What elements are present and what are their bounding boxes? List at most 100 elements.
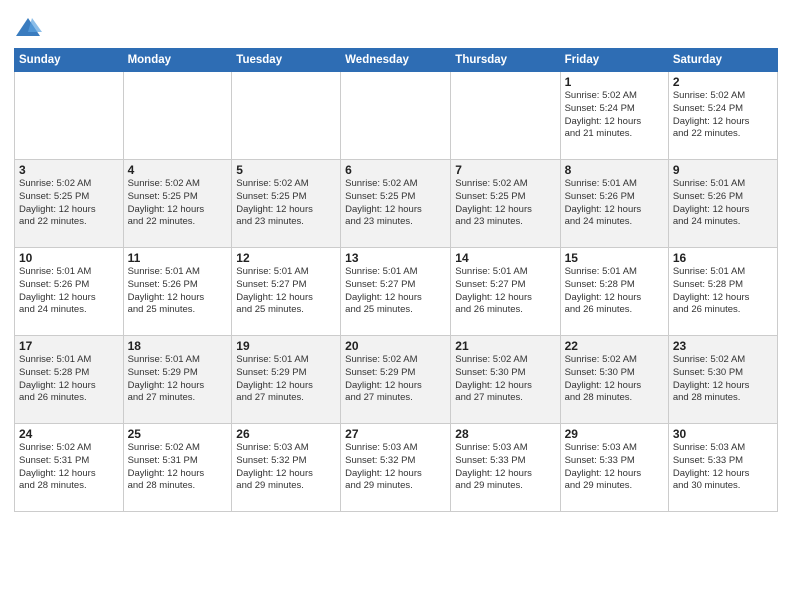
day-cell: 3Sunrise: 5:02 AM Sunset: 5:25 PM Daylig… [15, 160, 124, 248]
calendar-header: SundayMondayTuesdayWednesdayThursdayFrid… [15, 49, 778, 72]
day-info: Sunrise: 5:03 AM Sunset: 5:33 PM Dayligh… [565, 442, 664, 493]
day-info: Sunrise: 5:02 AM Sunset: 5:31 PM Dayligh… [128, 442, 228, 493]
day-cell: 16Sunrise: 5:01 AM Sunset: 5:28 PM Dayli… [668, 248, 777, 336]
day-info: Sunrise: 5:02 AM Sunset: 5:24 PM Dayligh… [565, 90, 664, 141]
day-info: Sunrise: 5:02 AM Sunset: 5:30 PM Dayligh… [565, 354, 664, 405]
day-cell: 22Sunrise: 5:02 AM Sunset: 5:30 PM Dayli… [560, 336, 668, 424]
day-info: Sunrise: 5:01 AM Sunset: 5:27 PM Dayligh… [345, 266, 446, 317]
day-info: Sunrise: 5:02 AM Sunset: 5:25 PM Dayligh… [345, 178, 446, 229]
day-cell: 13Sunrise: 5:01 AM Sunset: 5:27 PM Dayli… [341, 248, 451, 336]
day-number: 8 [565, 163, 664, 177]
day-number: 9 [673, 163, 773, 177]
days-of-week-row: SundayMondayTuesdayWednesdayThursdayFrid… [15, 49, 778, 72]
day-of-week-sunday: Sunday [15, 49, 124, 72]
week-row-5: 24Sunrise: 5:02 AM Sunset: 5:31 PM Dayli… [15, 424, 778, 512]
day-cell: 28Sunrise: 5:03 AM Sunset: 5:33 PM Dayli… [451, 424, 560, 512]
day-info: Sunrise: 5:02 AM Sunset: 5:29 PM Dayligh… [345, 354, 446, 405]
day-info: Sunrise: 5:02 AM Sunset: 5:25 PM Dayligh… [455, 178, 555, 229]
day-number: 13 [345, 251, 446, 265]
day-number: 10 [19, 251, 119, 265]
day-cell: 6Sunrise: 5:02 AM Sunset: 5:25 PM Daylig… [341, 160, 451, 248]
day-cell [451, 72, 560, 160]
day-number: 23 [673, 339, 773, 353]
day-number: 5 [236, 163, 336, 177]
day-info: Sunrise: 5:02 AM Sunset: 5:30 PM Dayligh… [673, 354, 773, 405]
day-cell: 12Sunrise: 5:01 AM Sunset: 5:27 PM Dayli… [232, 248, 341, 336]
day-info: Sunrise: 5:01 AM Sunset: 5:26 PM Dayligh… [128, 266, 228, 317]
day-info: Sunrise: 5:03 AM Sunset: 5:33 PM Dayligh… [673, 442, 773, 493]
day-number: 17 [19, 339, 119, 353]
header [14, 10, 778, 42]
logo-icon [14, 14, 42, 42]
day-of-week-saturday: Saturday [668, 49, 777, 72]
day-number: 30 [673, 427, 773, 441]
day-of-week-friday: Friday [560, 49, 668, 72]
day-cell [123, 72, 232, 160]
day-number: 3 [19, 163, 119, 177]
day-of-week-thursday: Thursday [451, 49, 560, 72]
day-info: Sunrise: 5:03 AM Sunset: 5:32 PM Dayligh… [236, 442, 336, 493]
day-info: Sunrise: 5:03 AM Sunset: 5:32 PM Dayligh… [345, 442, 446, 493]
day-info: Sunrise: 5:02 AM Sunset: 5:31 PM Dayligh… [19, 442, 119, 493]
day-number: 7 [455, 163, 555, 177]
day-number: 26 [236, 427, 336, 441]
calendar: SundayMondayTuesdayWednesdayThursdayFrid… [14, 48, 778, 512]
day-number: 20 [345, 339, 446, 353]
day-number: 4 [128, 163, 228, 177]
day-number: 28 [455, 427, 555, 441]
day-info: Sunrise: 5:01 AM Sunset: 5:26 PM Dayligh… [19, 266, 119, 317]
day-number: 15 [565, 251, 664, 265]
week-row-1: 1Sunrise: 5:02 AM Sunset: 5:24 PM Daylig… [15, 72, 778, 160]
day-info: Sunrise: 5:01 AM Sunset: 5:28 PM Dayligh… [673, 266, 773, 317]
day-number: 2 [673, 75, 773, 89]
week-row-4: 17Sunrise: 5:01 AM Sunset: 5:28 PM Dayli… [15, 336, 778, 424]
day-number: 19 [236, 339, 336, 353]
day-number: 22 [565, 339, 664, 353]
day-cell: 10Sunrise: 5:01 AM Sunset: 5:26 PM Dayli… [15, 248, 124, 336]
day-info: Sunrise: 5:02 AM Sunset: 5:25 PM Dayligh… [128, 178, 228, 229]
day-cell: 5Sunrise: 5:02 AM Sunset: 5:25 PM Daylig… [232, 160, 341, 248]
day-cell: 1Sunrise: 5:02 AM Sunset: 5:24 PM Daylig… [560, 72, 668, 160]
day-cell: 25Sunrise: 5:02 AM Sunset: 5:31 PM Dayli… [123, 424, 232, 512]
day-info: Sunrise: 5:01 AM Sunset: 5:28 PM Dayligh… [565, 266, 664, 317]
day-cell: 14Sunrise: 5:01 AM Sunset: 5:27 PM Dayli… [451, 248, 560, 336]
day-info: Sunrise: 5:01 AM Sunset: 5:29 PM Dayligh… [236, 354, 336, 405]
day-cell: 24Sunrise: 5:02 AM Sunset: 5:31 PM Dayli… [15, 424, 124, 512]
day-cell [341, 72, 451, 160]
day-cell: 4Sunrise: 5:02 AM Sunset: 5:25 PM Daylig… [123, 160, 232, 248]
day-cell: 18Sunrise: 5:01 AM Sunset: 5:29 PM Dayli… [123, 336, 232, 424]
day-info: Sunrise: 5:02 AM Sunset: 5:25 PM Dayligh… [19, 178, 119, 229]
day-of-week-tuesday: Tuesday [232, 49, 341, 72]
day-info: Sunrise: 5:02 AM Sunset: 5:25 PM Dayligh… [236, 178, 336, 229]
day-info: Sunrise: 5:01 AM Sunset: 5:27 PM Dayligh… [236, 266, 336, 317]
day-cell: 29Sunrise: 5:03 AM Sunset: 5:33 PM Dayli… [560, 424, 668, 512]
day-info: Sunrise: 5:01 AM Sunset: 5:28 PM Dayligh… [19, 354, 119, 405]
day-info: Sunrise: 5:01 AM Sunset: 5:26 PM Dayligh… [673, 178, 773, 229]
day-cell: 17Sunrise: 5:01 AM Sunset: 5:28 PM Dayli… [15, 336, 124, 424]
day-number: 16 [673, 251, 773, 265]
week-row-3: 10Sunrise: 5:01 AM Sunset: 5:26 PM Dayli… [15, 248, 778, 336]
day-info: Sunrise: 5:03 AM Sunset: 5:33 PM Dayligh… [455, 442, 555, 493]
day-cell [232, 72, 341, 160]
day-number: 29 [565, 427, 664, 441]
day-cell: 8Sunrise: 5:01 AM Sunset: 5:26 PM Daylig… [560, 160, 668, 248]
day-cell [15, 72, 124, 160]
day-number: 14 [455, 251, 555, 265]
logo [14, 14, 46, 42]
day-number: 12 [236, 251, 336, 265]
day-number: 25 [128, 427, 228, 441]
day-info: Sunrise: 5:02 AM Sunset: 5:24 PM Dayligh… [673, 90, 773, 141]
day-cell: 20Sunrise: 5:02 AM Sunset: 5:29 PM Dayli… [341, 336, 451, 424]
day-cell: 26Sunrise: 5:03 AM Sunset: 5:32 PM Dayli… [232, 424, 341, 512]
day-cell: 30Sunrise: 5:03 AM Sunset: 5:33 PM Dayli… [668, 424, 777, 512]
day-cell: 15Sunrise: 5:01 AM Sunset: 5:28 PM Dayli… [560, 248, 668, 336]
day-info: Sunrise: 5:01 AM Sunset: 5:27 PM Dayligh… [455, 266, 555, 317]
day-of-week-monday: Monday [123, 49, 232, 72]
day-cell: 19Sunrise: 5:01 AM Sunset: 5:29 PM Dayli… [232, 336, 341, 424]
day-cell: 27Sunrise: 5:03 AM Sunset: 5:32 PM Dayli… [341, 424, 451, 512]
day-number: 1 [565, 75, 664, 89]
day-info: Sunrise: 5:01 AM Sunset: 5:26 PM Dayligh… [565, 178, 664, 229]
day-info: Sunrise: 5:01 AM Sunset: 5:29 PM Dayligh… [128, 354, 228, 405]
day-cell: 21Sunrise: 5:02 AM Sunset: 5:30 PM Dayli… [451, 336, 560, 424]
day-cell: 9Sunrise: 5:01 AM Sunset: 5:26 PM Daylig… [668, 160, 777, 248]
